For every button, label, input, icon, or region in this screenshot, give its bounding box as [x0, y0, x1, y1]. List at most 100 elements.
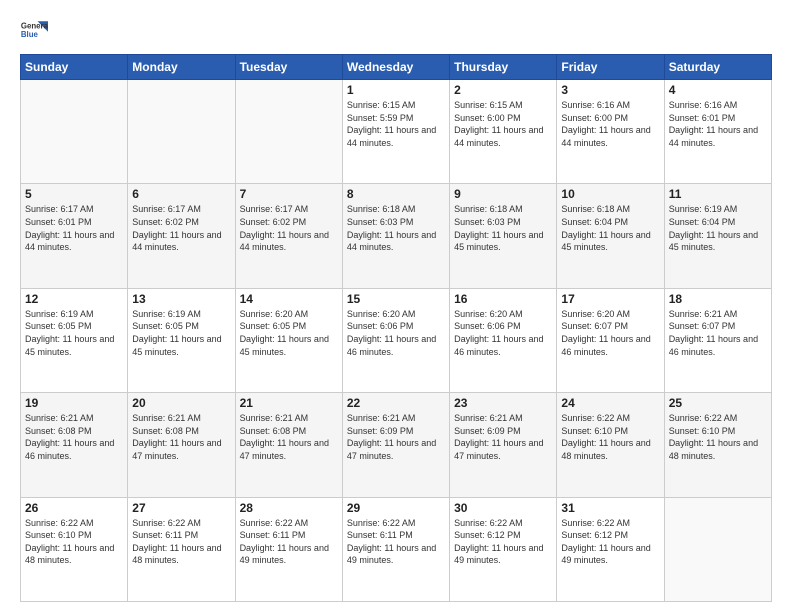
calendar-cell: 21 Sunrise: 6:21 AMSunset: 6:08 PMDayligh…: [235, 393, 342, 497]
weekday-header-friday: Friday: [557, 55, 664, 80]
day-number: 14: [240, 292, 338, 306]
day-info: Sunrise: 6:19 AMSunset: 6:05 PMDaylight:…: [25, 308, 123, 358]
day-number: 30: [454, 501, 552, 515]
day-info: Sunrise: 6:20 AMSunset: 6:06 PMDaylight:…: [347, 308, 445, 358]
day-number: 27: [132, 501, 230, 515]
day-number: 11: [669, 187, 767, 201]
day-info: Sunrise: 6:17 AMSunset: 6:01 PMDaylight:…: [25, 203, 123, 253]
svg-text:Blue: Blue: [21, 30, 39, 39]
calendar-cell: 9Sunrise: 6:18 AMSunset: 6:03 PMDaylight…: [450, 184, 557, 288]
day-info: Sunrise: 6:20 AMSunset: 6:06 PMDaylight:…: [454, 308, 552, 358]
day-number: 2: [454, 83, 552, 97]
week-row-4: 19 Sunrise: 6:21 AMSunset: 6:08 PMDayligh…: [21, 393, 772, 497]
day-number: 1: [347, 83, 445, 97]
day-info: Sunrise: 6:22 AMSunset: 6:11 PMDaylight:…: [347, 517, 445, 567]
weekday-header-row: SundayMondayTuesdayWednesdayThursdayFrid…: [21, 55, 772, 80]
day-info: Sunrise: 6:18 AMSunset: 6:04 PMDaylight:…: [561, 203, 659, 253]
day-info: Sunrise: 6:21 AMSunset: 6:09 PMDaylight:…: [454, 412, 552, 462]
calendar-cell: [235, 80, 342, 184]
calendar-cell: 25 Sunrise: 6:22 AMSunset: 6:10 PMDayligh…: [664, 393, 771, 497]
calendar-cell: 10 Sunrise: 6:18 AMSunset: 6:04 PMDayligh…: [557, 184, 664, 288]
day-number: 28: [240, 501, 338, 515]
calendar-cell: 26 Sunrise: 6:22 AMSunset: 6:10 PMDayligh…: [21, 497, 128, 601]
weekday-header-thursday: Thursday: [450, 55, 557, 80]
calendar-cell: 18Sunrise: 6:21 AMSunset: 6:07 PMDayligh…: [664, 288, 771, 392]
day-info: Sunrise: 6:16 AMSunset: 6:00 PMDaylight:…: [561, 99, 659, 149]
calendar-cell: 13Sunrise: 6:19 AMSunset: 6:05 PMDayligh…: [128, 288, 235, 392]
day-number: 8: [347, 187, 445, 201]
page: General Blue SundayMondayTuesdayWednesda…: [0, 0, 792, 612]
day-number: 7: [240, 187, 338, 201]
logo: General Blue: [20, 16, 48, 44]
calendar-cell: 1Sunrise: 6:15 AMSunset: 5:59 PMDaylight…: [342, 80, 449, 184]
day-info: Sunrise: 6:22 AMSunset: 6:10 PMDaylight:…: [561, 412, 659, 462]
weekday-header-saturday: Saturday: [664, 55, 771, 80]
day-number: 31: [561, 501, 659, 515]
day-number: 21: [240, 396, 338, 410]
day-info: Sunrise: 6:22 AMSunset: 6:12 PMDaylight:…: [454, 517, 552, 567]
calendar-cell: 27Sunrise: 6:22 AMSunset: 6:11 PMDayligh…: [128, 497, 235, 601]
day-info: Sunrise: 6:15 AMSunset: 6:00 PMDaylight:…: [454, 99, 552, 149]
day-number: 15: [347, 292, 445, 306]
weekday-header-wednesday: Wednesday: [342, 55, 449, 80]
day-number: 25: [669, 396, 767, 410]
calendar-cell: [21, 80, 128, 184]
day-info: Sunrise: 6:22 AMSunset: 6:10 PMDaylight:…: [25, 517, 123, 567]
calendar-cell: 15 Sunrise: 6:20 AMSunset: 6:06 PMDayligh…: [342, 288, 449, 392]
day-info: Sunrise: 6:18 AMSunset: 6:03 PMDaylight:…: [454, 203, 552, 253]
day-number: 17: [561, 292, 659, 306]
calendar-cell: 4 Sunrise: 6:16 AMSunset: 6:01 PMDaylight…: [664, 80, 771, 184]
day-number: 10: [561, 187, 659, 201]
calendar-cell: 7Sunrise: 6:17 AMSunset: 6:02 PMDaylight…: [235, 184, 342, 288]
day-info: Sunrise: 6:20 AMSunset: 6:05 PMDaylight:…: [240, 308, 338, 358]
calendar-cell: 6 Sunrise: 6:17 AMSunset: 6:02 PMDaylight…: [128, 184, 235, 288]
day-number: 26: [25, 501, 123, 515]
calendar-table: SundayMondayTuesdayWednesdayThursdayFrid…: [20, 54, 772, 602]
calendar-cell: 20 Sunrise: 6:21 AMSunset: 6:08 PMDayligh…: [128, 393, 235, 497]
day-info: Sunrise: 6:21 AMSunset: 6:08 PMDaylight:…: [25, 412, 123, 462]
calendar-cell: 24 Sunrise: 6:22 AMSunset: 6:10 PMDayligh…: [557, 393, 664, 497]
day-number: 22: [347, 396, 445, 410]
day-info: Sunrise: 6:19 AMSunset: 6:04 PMDaylight:…: [669, 203, 767, 253]
week-row-5: 26 Sunrise: 6:22 AMSunset: 6:10 PMDayligh…: [21, 497, 772, 601]
day-info: Sunrise: 6:22 AMSunset: 6:10 PMDaylight:…: [669, 412, 767, 462]
calendar-cell: [128, 80, 235, 184]
calendar-cell: 5 Sunrise: 6:17 AMSunset: 6:01 PMDaylight…: [21, 184, 128, 288]
calendar-cell: 23 Sunrise: 6:21 AMSunset: 6:09 PMDayligh…: [450, 393, 557, 497]
day-info: Sunrise: 6:20 AMSunset: 6:07 PMDaylight:…: [561, 308, 659, 358]
day-info: Sunrise: 6:17 AMSunset: 6:02 PMDaylight:…: [132, 203, 230, 253]
day-info: Sunrise: 6:21 AMSunset: 6:08 PMDaylight:…: [132, 412, 230, 462]
day-info: Sunrise: 6:22 AMSunset: 6:12 PMDaylight:…: [561, 517, 659, 567]
day-number: 16: [454, 292, 552, 306]
calendar-cell: 14 Sunrise: 6:20 AMSunset: 6:05 PMDayligh…: [235, 288, 342, 392]
calendar-cell: 8 Sunrise: 6:18 AMSunset: 6:03 PMDaylight…: [342, 184, 449, 288]
day-info: Sunrise: 6:18 AMSunset: 6:03 PMDaylight:…: [347, 203, 445, 253]
day-number: 12: [25, 292, 123, 306]
day-info: Sunrise: 6:21 AMSunset: 6:08 PMDaylight:…: [240, 412, 338, 462]
calendar-cell: 19 Sunrise: 6:21 AMSunset: 6:08 PMDayligh…: [21, 393, 128, 497]
day-number: 5: [25, 187, 123, 201]
day-number: 19: [25, 396, 123, 410]
weekday-header-tuesday: Tuesday: [235, 55, 342, 80]
day-number: 3: [561, 83, 659, 97]
day-number: 20: [132, 396, 230, 410]
day-info: Sunrise: 6:21 AMSunset: 6:09 PMDaylight:…: [347, 412, 445, 462]
week-row-2: 5 Sunrise: 6:17 AMSunset: 6:01 PMDaylight…: [21, 184, 772, 288]
day-number: 23: [454, 396, 552, 410]
calendar-cell: 2 Sunrise: 6:15 AMSunset: 6:00 PMDaylight…: [450, 80, 557, 184]
svg-text:General: General: [21, 21, 48, 30]
day-info: Sunrise: 6:16 AMSunset: 6:01 PMDaylight:…: [669, 99, 767, 149]
weekday-header-monday: Monday: [128, 55, 235, 80]
calendar-cell: 16 Sunrise: 6:20 AMSunset: 6:06 PMDayligh…: [450, 288, 557, 392]
calendar-cell: 30 Sunrise: 6:22 AMSunset: 6:12 PMDayligh…: [450, 497, 557, 601]
day-number: 29: [347, 501, 445, 515]
day-number: 6: [132, 187, 230, 201]
day-number: 24: [561, 396, 659, 410]
day-number: 18: [669, 292, 767, 306]
weekday-header-sunday: Sunday: [21, 55, 128, 80]
calendar-cell: 17 Sunrise: 6:20 AMSunset: 6:07 PMDayligh…: [557, 288, 664, 392]
calendar-cell: [664, 497, 771, 601]
calendar-cell: 3 Sunrise: 6:16 AMSunset: 6:00 PMDaylight…: [557, 80, 664, 184]
calendar-cell: 12 Sunrise: 6:19 AMSunset: 6:05 PMDayligh…: [21, 288, 128, 392]
day-number: 4: [669, 83, 767, 97]
